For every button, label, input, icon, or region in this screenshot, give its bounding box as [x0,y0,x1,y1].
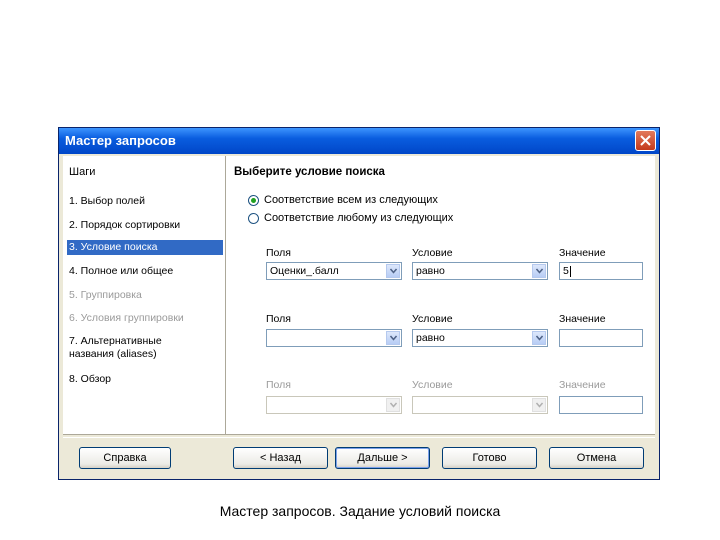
field-select-3 [266,396,402,414]
chevron-down-icon [390,402,397,408]
condition-select-2-dropdown[interactable] [532,331,546,345]
button-separator [63,434,655,438]
close-button[interactable] [635,130,656,151]
steps-pane: Шаги 1. Выбор полей 2. Порядок сортировк… [63,156,226,434]
condition-select-1-value: равно [416,265,445,277]
window-title: Мастер запросов [65,133,176,148]
value-label-2: Значение [559,313,606,325]
match-all-label: Соответствие всем из следующих [264,194,438,206]
chevron-down-icon [536,268,543,274]
match-any-label: Соответствие любому из следующих [264,212,454,224]
step-aliases[interactable]: 7. Альтернативные названия (aliases) [67,334,211,362]
value-label-3: Значение [559,379,606,391]
field-select-2[interactable] [266,329,402,347]
step-select-fields[interactable]: 1. Выбор полей [67,194,223,209]
next-button[interactable]: Дальше > [335,447,430,469]
value-input-2[interactable] [559,329,643,347]
value-input-1-text: 5 [563,265,569,277]
step-search-condition[interactable]: 3. Условие поиска [67,240,223,255]
slide-caption: Мастер запросов. Задание условий поиска [219,503,501,519]
query-wizard-window: Мастер запросов Шаги 1. Выбор полей 2. П… [58,127,660,480]
condition-select-2-value: равно [416,332,445,344]
chevron-down-icon [390,268,397,274]
match-all-radio[interactable] [248,194,259,206]
condition-select-3 [412,396,548,414]
field-label-1: Поля [266,247,291,259]
condition-select-3-dropdown [532,398,546,412]
condition-label-3: Условие [412,379,453,391]
text-caret [569,265,571,277]
chevron-down-icon [536,402,543,408]
match-any-radio[interactable] [248,212,259,224]
back-button[interactable]: < Назад [233,447,328,469]
step-overview[interactable]: 8. Обзор [67,372,223,387]
condition-select-1[interactable]: равно [412,262,548,280]
page-heading: Выберите условие поиска [234,166,385,178]
finish-button[interactable]: Готово [442,447,537,469]
step-sort-order[interactable]: 2. Порядок сортировки [67,218,223,233]
condition-pane: Выберите условие поиска Соответствие все… [226,156,655,434]
field-label-2: Поля [266,313,291,325]
step-detail-or-summary[interactable]: 4. Полное или общее [67,264,223,279]
field-select-1-value: Оценки_.балл [270,265,339,277]
close-icon [640,135,651,146]
condition-label-1: Условие [412,247,453,259]
cancel-button[interactable]: Отмена [549,447,644,469]
field-select-2-dropdown[interactable] [386,331,400,345]
value-input-1[interactable]: 5 [559,262,643,280]
value-label-1: Значение [559,247,606,259]
help-button[interactable]: Справка [79,447,171,469]
match-any-option[interactable]: Соответствие любому из следующих [248,212,453,224]
chevron-down-icon [390,335,397,341]
field-select-1[interactable]: Оценки_.балл [266,262,402,280]
chevron-down-icon [536,335,543,341]
field-select-3-dropdown [386,398,400,412]
field-label-3: Поля [266,379,291,391]
value-input-3[interactable] [559,396,643,414]
match-all-option[interactable]: Соответствие всем из следующих [248,194,438,206]
condition-select-2[interactable]: равно [412,329,548,347]
step-grouping: 5. Группировка [69,289,142,301]
field-select-1-dropdown[interactable] [386,264,400,278]
condition-select-1-dropdown[interactable] [532,264,546,278]
title-bar: Мастер запросов [59,128,659,154]
step-grouping-conditions: 6. Условия группировки [69,312,184,324]
steps-title: Шаги [69,166,96,178]
condition-label-2: Условие [412,313,453,325]
